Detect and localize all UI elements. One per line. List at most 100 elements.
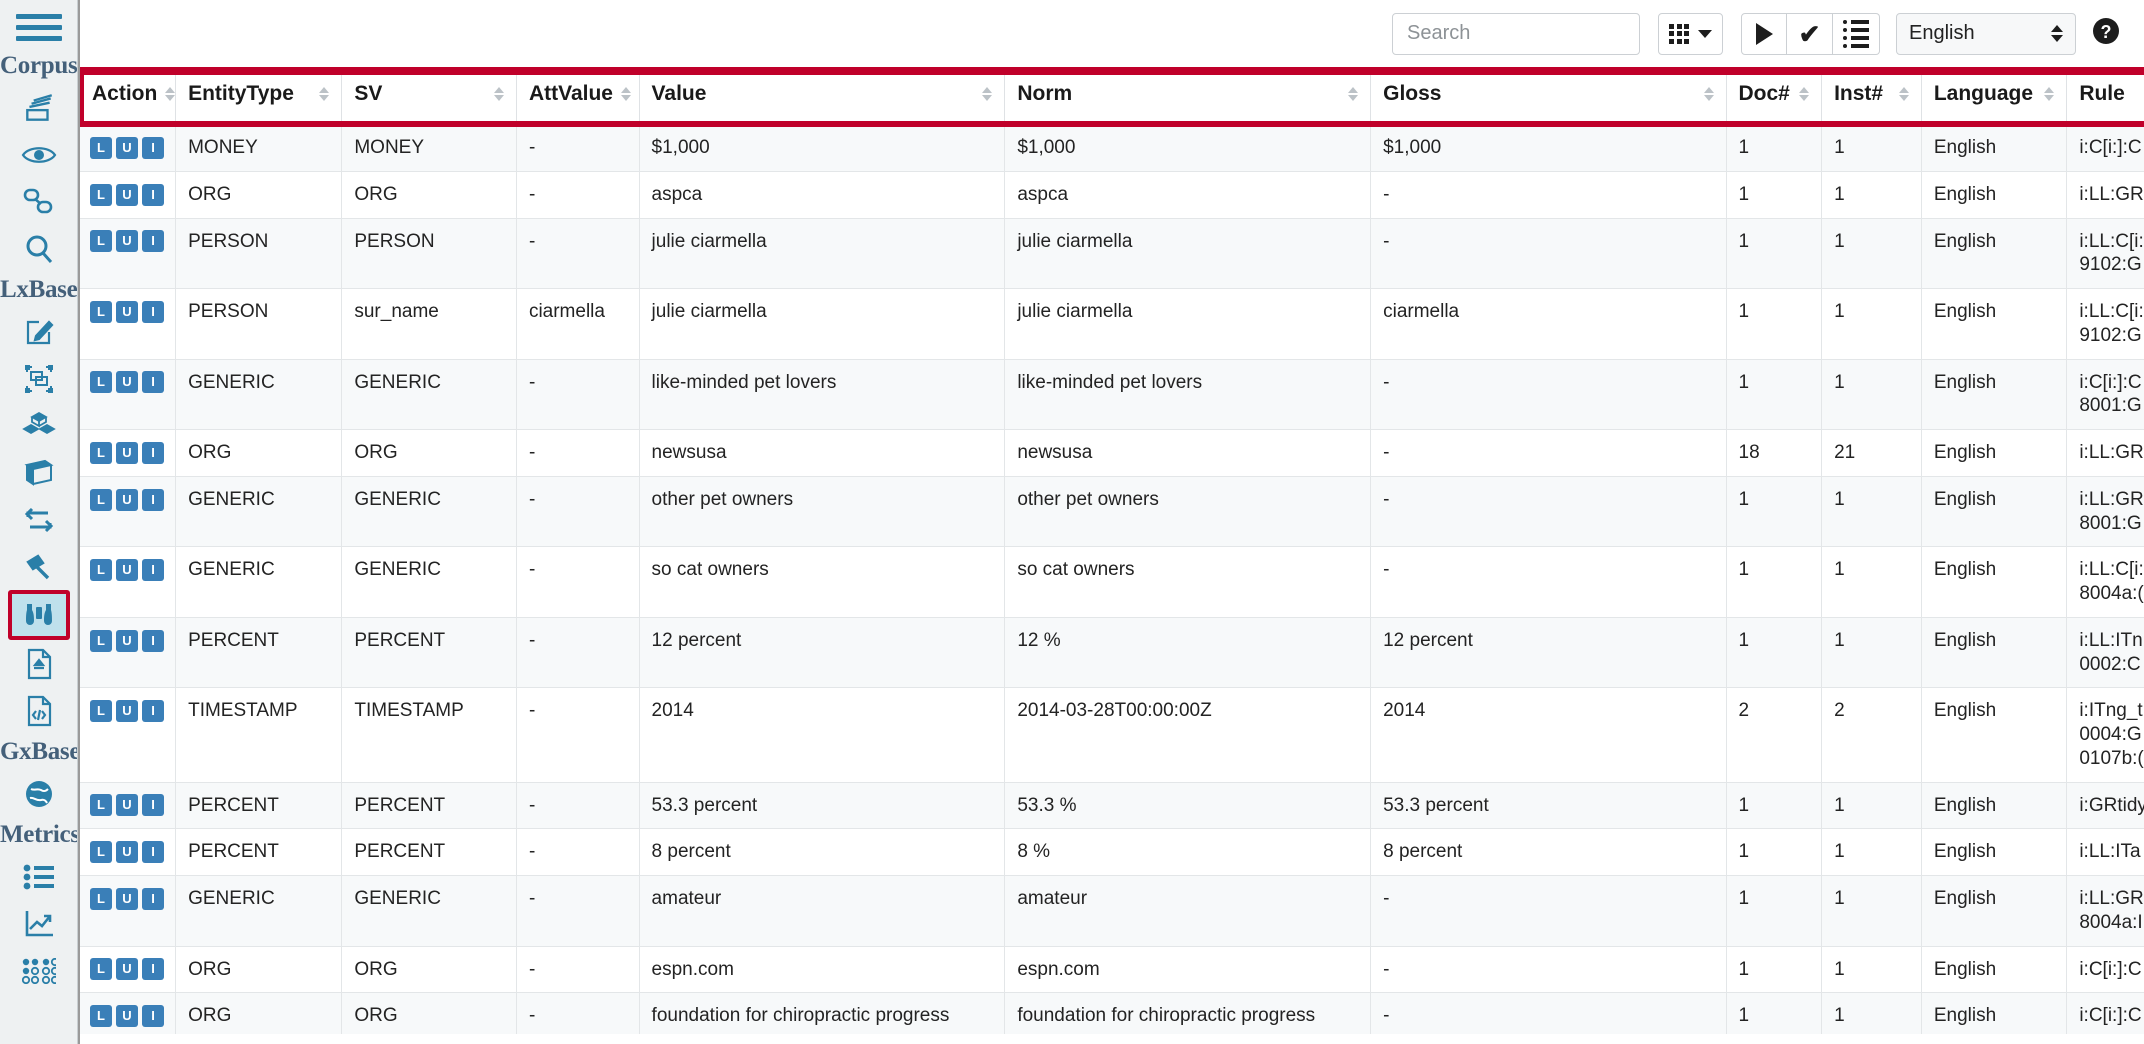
sort-arrows-icon[interactable] (2044, 87, 2055, 101)
sidebar-item-line-chart[interactable] (8, 900, 70, 947)
sidebar-item-globe[interactable] (8, 770, 70, 817)
language-select[interactable]: English (1896, 12, 2076, 55)
column-header-gloss[interactable]: Gloss (1370, 71, 1727, 125)
sort-arrows-icon[interactable] (620, 87, 631, 101)
run-button[interactable] (1741, 12, 1787, 55)
action-button-l[interactable]: L (90, 700, 112, 723)
sort-arrows-icon[interactable] (1898, 87, 1909, 101)
sidebar-item-search[interactable] (8, 225, 70, 272)
sidebar-item-documents-stack[interactable] (8, 84, 70, 131)
list-view-button[interactable] (1833, 12, 1880, 55)
search-input[interactable] (1392, 12, 1640, 55)
column-header-norm[interactable]: Norm (1004, 71, 1372, 125)
action-button-i[interactable]: I (142, 1005, 164, 1028)
column-header-rule[interactable]: Rule (2066, 71, 2144, 125)
table-row[interactable]: L U I PERCENT PERCENT -12 percent 12 % 12 perce… (80, 617, 2144, 689)
action-button-i[interactable]: I (142, 887, 164, 910)
action-button-i[interactable]: I (142, 371, 164, 394)
sidebar-item-list[interactable] (8, 853, 70, 900)
table-row[interactable]: L U I GENERIC GENERIC - amateur amateur -1 1 Engli… (80, 875, 2144, 947)
table-row[interactable]: L U I PERSON PERSON - julie ciarmella julie cia… (80, 218, 2144, 289)
action-button-u[interactable]: U (116, 371, 138, 394)
sort-arrows-icon[interactable] (165, 87, 176, 101)
action-button-i[interactable]: I (142, 559, 164, 582)
action-button-i[interactable]: I (142, 488, 164, 511)
action-button-l[interactable]: L (90, 136, 112, 159)
sidebar-item-cubes[interactable] (8, 402, 70, 449)
action-button-i[interactable]: I (142, 841, 164, 864)
column-header-entitytype[interactable]: EntityType (175, 71, 343, 125)
sort-arrows-icon[interactable] (493, 87, 504, 101)
action-button-u[interactable]: U (116, 441, 138, 464)
sidebar-item-frame-shapes[interactable] (8, 355, 70, 402)
action-button-i[interactable]: I (142, 700, 164, 723)
action-button-u[interactable]: U (116, 559, 138, 582)
column-header-attvalue[interactable]: AttValue (516, 71, 640, 125)
action-button-i[interactable]: I (142, 958, 164, 981)
table-row[interactable]: L U I TIMESTAMP TIMESTAMP -2014 2014-03-28T00:… (80, 687, 2144, 783)
sort-arrows-icon[interactable] (319, 87, 330, 101)
column-header-doc[interactable]: Doc# (1726, 71, 1823, 125)
action-button-u[interactable]: U (116, 841, 138, 864)
action-button-l[interactable]: L (90, 488, 112, 511)
column-header-inst[interactable]: Inst# (1821, 71, 1922, 125)
table-row[interactable]: L U I MONEY MONEY - $1,000 $1,000 $1,000 1 1 Englis… (80, 123, 2144, 172)
action-button-l[interactable]: L (90, 794, 112, 817)
sidebar-item-eye[interactable] (8, 131, 70, 178)
action-button-l[interactable]: L (90, 230, 112, 253)
column-header-action[interactable]: Action (80, 71, 177, 125)
sidebar-item-file-code[interactable] (8, 687, 70, 734)
action-button-i[interactable]: I (142, 183, 164, 206)
action-button-l[interactable]: L (90, 1005, 112, 1028)
sort-arrows-icon[interactable] (1703, 87, 1714, 101)
columns-chooser-button[interactable] (1658, 12, 1723, 55)
sort-arrows-icon[interactable] (1799, 87, 1810, 101)
action-button-u[interactable]: U (116, 136, 138, 159)
action-button-i[interactable]: I (142, 441, 164, 464)
action-button-l[interactable]: L (90, 300, 112, 323)
sort-arrows-icon[interactable] (1348, 87, 1359, 101)
hamburger-menu-icon[interactable] (15, 10, 62, 44)
action-button-i[interactable]: I (142, 629, 164, 652)
action-button-u[interactable]: U (116, 700, 138, 723)
action-button-l[interactable]: L (90, 371, 112, 394)
action-button-l[interactable]: L (90, 183, 112, 206)
action-button-u[interactable]: U (116, 1005, 138, 1028)
sidebar-item-edit[interactable] (8, 308, 70, 355)
sidebar-item-sync[interactable] (8, 496, 70, 543)
sidebar-item-dots-matrix[interactable] (8, 947, 70, 994)
sidebar-item-gavel[interactable] (8, 543, 70, 590)
action-button-u[interactable]: U (116, 300, 138, 323)
action-button-i[interactable]: I (142, 136, 164, 159)
table-row[interactable]: L U I GENERIC GENERIC - so cat owners so cat ow… (80, 546, 2144, 618)
horizontal-scrollbar[interactable] (80, 1034, 2144, 1044)
action-button-u[interactable]: U (116, 183, 138, 206)
action-button-u[interactable]: U (116, 958, 138, 981)
table-row[interactable]: L U I PERCENT PERCENT -8 percent 8 % 8 percent 1… (80, 828, 2144, 876)
action-button-i[interactable]: I (142, 794, 164, 817)
action-button-i[interactable]: I (142, 230, 164, 253)
column-header-value[interactable]: Value (639, 71, 1006, 125)
action-button-l[interactable]: L (90, 841, 112, 864)
action-button-l[interactable]: L (90, 441, 112, 464)
table-row[interactable]: L U I ORG ORG - foundation for chiropractic pr… (80, 992, 2144, 1040)
action-button-l[interactable]: L (90, 887, 112, 910)
sidebar-item-link[interactable] (8, 178, 70, 225)
table-row[interactable]: L U I PERCENT PERCENT -53.3 percent 53.3 % 53.3… (80, 782, 2144, 830)
table-row[interactable]: L U I PERSON sur_name ciarmella julie ciarmell… (80, 288, 2144, 360)
action-button-u[interactable]: U (116, 794, 138, 817)
sort-arrows-icon[interactable] (982, 87, 993, 101)
action-button-l[interactable]: L (90, 559, 112, 582)
sidebar-item-binoculars[interactable] (7, 590, 70, 640)
action-button-u[interactable]: U (116, 230, 138, 253)
action-button-l[interactable]: L (90, 629, 112, 652)
action-button-l[interactable]: L (90, 958, 112, 981)
action-button-u[interactable]: U (116, 629, 138, 652)
help-button[interactable]: ? (2084, 13, 2128, 55)
action-button-i[interactable]: I (142, 300, 164, 323)
sidebar-item-file-upload[interactable] (8, 640, 70, 687)
column-header-sv[interactable]: SV (341, 71, 517, 125)
table-row[interactable]: L U I ORG ORG - aspca aspca -1 1 English i:LL:GR (80, 171, 2144, 219)
sidebar-item-book[interactable] (8, 449, 70, 496)
action-button-u[interactable]: U (116, 887, 138, 910)
